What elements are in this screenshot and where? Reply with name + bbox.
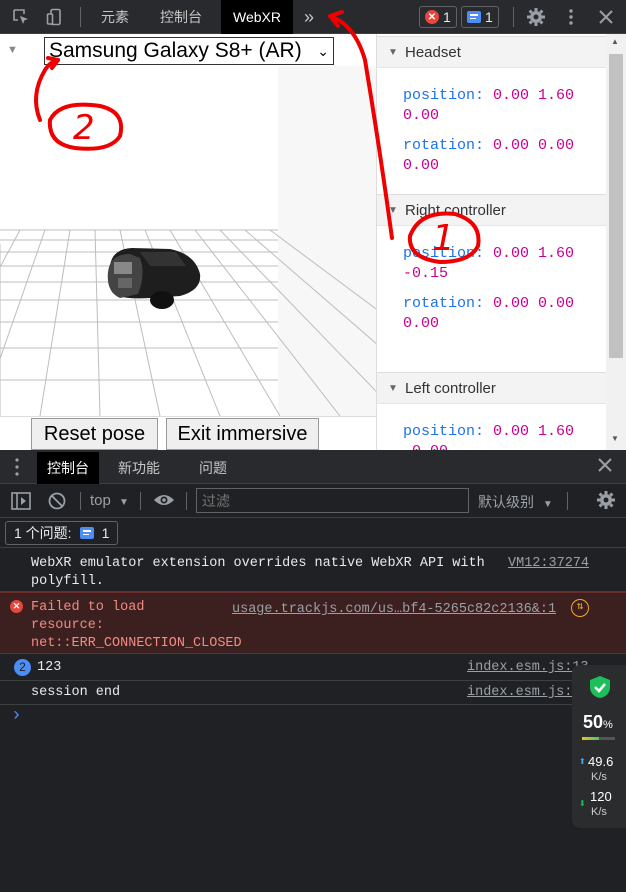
message-count-badge[interactable]: 1 [461,6,499,28]
left-controller-position: position: 0.00 1.60 -0.00 [403,423,575,450]
context-value: top [90,492,111,509]
sidebar-toggle-icon[interactable] [11,492,31,515]
exit-immersive-button[interactable]: Exit immersive [166,418,319,450]
download-arrow-icon: ⬇ [579,799,586,808]
scene-grid [0,66,376,416]
error-icon: ✕ [10,600,23,613]
headset-rotation: rotation: 0.00 0.00 0.00 [403,137,575,174]
message-source-link[interactable]: index.esm.js:13 [467,684,589,702]
more-tabs-button[interactable]: » [296,0,322,34]
expand-triangle-icon: ▼ [388,205,398,216]
issues-button[interactable]: 1 个问题: 1 [5,521,119,545]
download-unit: K/s [591,806,607,818]
drawer-tab-whats-new[interactable]: 新功能 [108,452,170,484]
scroll-up-icon[interactable]: ▲ [611,37,619,46]
context-selector[interactable]: top ▼ [90,492,129,509]
battery-bar [582,737,615,740]
error-count: 1 [443,9,451,25]
right-controller-rotation: rotation: 0.00 0.00 0.00 [403,295,575,332]
devtools-tabbar: 元素 控制台 WebXR » ✕ 1 1 [0,0,626,34]
chevron-down-icon: ⌄ [317,43,329,59]
log-levels-label: 默认级别 [478,494,534,510]
divider [80,492,81,510]
annotation-label-1: 1 [432,218,455,259]
log-levels-dropdown[interactable]: 默认级别 ▼ [478,492,553,512]
drawer-tab-console[interactable]: 控制台 [37,452,99,484]
divider [567,492,568,510]
tab-elements[interactable]: 元素 [89,0,141,34]
right-controller-section-header[interactable]: ▼ Right controller [377,194,606,226]
issues-label: 1 个问题: [14,525,72,541]
drawer-menu-icon[interactable] [15,458,19,476]
issues-info-icon [79,527,94,539]
console-message: 2 123 index.esm.js:13 [0,655,626,681]
repeat-count-badge: 2 [14,659,31,676]
drawer-tab-issues[interactable]: 问题 [189,452,237,484]
panel-scrollbar[interactable]: ▲ ▼ [606,34,626,450]
dropdown-arrow-icon: ▼ [119,497,129,508]
close-drawer-icon[interactable] [598,458,612,477]
reset-pose-button[interactable]: Reset pose [31,418,158,450]
scroll-down-icon[interactable]: ▼ [611,434,619,443]
console-error-message: ✕ Failed to load resource: net::ERR_CONN… [0,592,626,654]
network-request-icon[interactable]: ⇅ [571,599,589,617]
console-prompt[interactable]: › [11,706,22,726]
kebab-menu-icon[interactable] [560,6,582,28]
headset-position: position: 0.00 1.60 0.00 [403,87,575,124]
live-expression-eye-icon[interactable] [153,491,175,514]
error-icon: ✕ [425,10,439,24]
transform-panel: ▼ Headset position: 0.00 1.60 0.00 rotati… [376,34,606,450]
expand-triangle-icon: ▼ [388,383,398,394]
error-text: Failed to load resource: net::ERR_CONNEC… [31,600,242,651]
message-text: 123 [37,660,62,675]
webxr-3d-viewport[interactable] [0,34,376,416]
message-text: session end [31,685,121,700]
tab-webxr[interactable]: WebXR [221,0,293,34]
console-message: WebXR emulator extension overrides nativ… [0,548,626,592]
download-speed: 120 [590,789,612,804]
scrollbar-thumb[interactable] [609,54,623,358]
divider [186,492,187,510]
settings-gear-icon[interactable] [525,6,547,28]
annotation-label-2: 2 [73,108,95,148]
issues-count: 1 [101,525,110,541]
collapse-triangle-icon[interactable]: ▼ [7,44,18,56]
battery-percent: 50% [583,712,613,732]
upload-speed: 49.6 [588,754,614,769]
network-speed-widget[interactable]: 50% ⬆ 49.6 K/s ⬇ 120 K/s [572,665,626,828]
expand-triangle-icon: ▼ [388,47,398,58]
device-select-value: Samsung Galaxy S8+ (AR) [49,39,302,62]
message-source-link[interactable]: index.esm.js:13 [467,659,589,677]
console-message: session end index.esm.js:13 [0,681,626,705]
device-select[interactable]: Samsung Galaxy S8+ (AR) ⌄ [44,37,334,65]
shield-check-icon [589,675,611,704]
message-text: WebXR emulator extension overrides nativ… [31,556,485,589]
message-source-link[interactable]: VM12:37274 [508,555,589,573]
divider [80,7,81,27]
error-count-badge[interactable]: ✕ 1 [419,6,457,28]
headset-section-header[interactable]: ▼ Headset [377,36,606,68]
message-count: 1 [485,9,493,25]
device-toolbar-icon[interactable] [44,6,66,28]
error-source-link[interactable]: usage.trackjs.com/us…bf4-5265c82c2136&:1 [232,601,556,619]
left-controller-section-header[interactable]: ▼ Left controller [377,372,606,404]
dropdown-arrow-icon: ▼ [542,499,553,510]
console-filter-input[interactable] [196,488,469,513]
inspect-element-icon[interactable] [10,6,32,28]
close-devtools-icon[interactable] [595,6,617,28]
message-icon [467,11,481,23]
console-settings-gear-icon[interactable] [596,490,616,515]
divider [513,7,514,27]
upload-unit: K/s [591,771,607,783]
tab-console[interactable]: 控制台 [148,0,214,34]
divider [140,492,141,510]
upload-arrow-icon: ⬆ [579,757,586,766]
clear-console-icon[interactable] [48,492,66,515]
